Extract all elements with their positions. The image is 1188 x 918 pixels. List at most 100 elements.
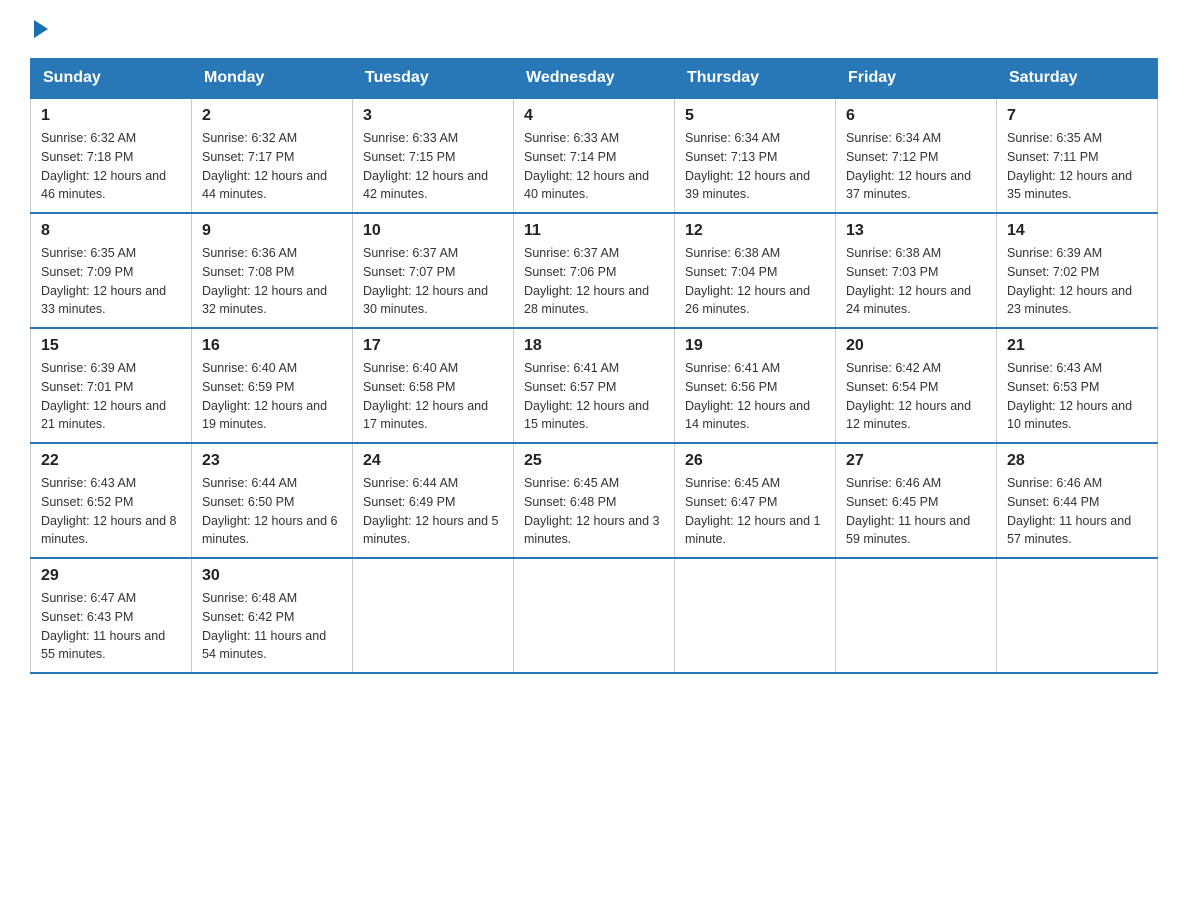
day-number: 26: [685, 452, 825, 470]
day-info: Sunrise: 6:38 AMSunset: 7:03 PMDaylight:…: [846, 244, 986, 319]
day-info: Sunrise: 6:32 AMSunset: 7:18 PMDaylight:…: [41, 129, 181, 204]
day-number: 5: [685, 107, 825, 125]
day-info: Sunrise: 6:47 AMSunset: 6:43 PMDaylight:…: [41, 589, 181, 664]
day-cell: [836, 558, 997, 673]
day-cell: 26 Sunrise: 6:45 AMSunset: 6:47 PMDaylig…: [675, 443, 836, 558]
col-header-wednesday: Wednesday: [514, 59, 675, 99]
week-row-3: 15 Sunrise: 6:39 AMSunset: 7:01 PMDaylig…: [31, 328, 1158, 443]
day-cell: 6 Sunrise: 6:34 AMSunset: 7:12 PMDayligh…: [836, 98, 997, 213]
day-cell: 10 Sunrise: 6:37 AMSunset: 7:07 PMDaylig…: [353, 213, 514, 328]
day-cell: 18 Sunrise: 6:41 AMSunset: 6:57 PMDaylig…: [514, 328, 675, 443]
day-cell: 29 Sunrise: 6:47 AMSunset: 6:43 PMDaylig…: [31, 558, 192, 673]
day-cell: [997, 558, 1158, 673]
day-info: Sunrise: 6:48 AMSunset: 6:42 PMDaylight:…: [202, 589, 342, 664]
day-number: 12: [685, 222, 825, 240]
day-number: 25: [524, 452, 664, 470]
day-info: Sunrise: 6:35 AMSunset: 7:09 PMDaylight:…: [41, 244, 181, 319]
calendar-table: SundayMondayTuesdayWednesdayThursdayFrid…: [30, 58, 1158, 674]
day-cell: 15 Sunrise: 6:39 AMSunset: 7:01 PMDaylig…: [31, 328, 192, 443]
day-cell: 3 Sunrise: 6:33 AMSunset: 7:15 PMDayligh…: [353, 98, 514, 213]
day-cell: 13 Sunrise: 6:38 AMSunset: 7:03 PMDaylig…: [836, 213, 997, 328]
day-number: 24: [363, 452, 503, 470]
day-cell: 2 Sunrise: 6:32 AMSunset: 7:17 PMDayligh…: [192, 98, 353, 213]
day-number: 22: [41, 452, 181, 470]
day-cell: [675, 558, 836, 673]
day-number: 8: [41, 222, 181, 240]
day-info: Sunrise: 6:43 AMSunset: 6:52 PMDaylight:…: [41, 474, 181, 549]
day-number: 20: [846, 337, 986, 355]
day-cell: 8 Sunrise: 6:35 AMSunset: 7:09 PMDayligh…: [31, 213, 192, 328]
day-info: Sunrise: 6:45 AMSunset: 6:48 PMDaylight:…: [524, 474, 664, 549]
day-cell: 5 Sunrise: 6:34 AMSunset: 7:13 PMDayligh…: [675, 98, 836, 213]
day-number: 28: [1007, 452, 1147, 470]
day-info: Sunrise: 6:34 AMSunset: 7:12 PMDaylight:…: [846, 129, 986, 204]
day-info: Sunrise: 6:41 AMSunset: 6:56 PMDaylight:…: [685, 359, 825, 434]
day-cell: 1 Sunrise: 6:32 AMSunset: 7:18 PMDayligh…: [31, 98, 192, 213]
day-number: 14: [1007, 222, 1147, 240]
day-cell: 24 Sunrise: 6:44 AMSunset: 6:49 PMDaylig…: [353, 443, 514, 558]
col-header-sunday: Sunday: [31, 59, 192, 99]
page-header: [30, 20, 1158, 38]
week-row-2: 8 Sunrise: 6:35 AMSunset: 7:09 PMDayligh…: [31, 213, 1158, 328]
day-info: Sunrise: 6:40 AMSunset: 6:58 PMDaylight:…: [363, 359, 503, 434]
day-info: Sunrise: 6:43 AMSunset: 6:53 PMDaylight:…: [1007, 359, 1147, 434]
day-number: 9: [202, 222, 342, 240]
day-cell: 17 Sunrise: 6:40 AMSunset: 6:58 PMDaylig…: [353, 328, 514, 443]
day-info: Sunrise: 6:39 AMSunset: 7:02 PMDaylight:…: [1007, 244, 1147, 319]
day-info: Sunrise: 6:42 AMSunset: 6:54 PMDaylight:…: [846, 359, 986, 434]
day-number: 30: [202, 567, 342, 585]
day-info: Sunrise: 6:33 AMSunset: 7:15 PMDaylight:…: [363, 129, 503, 204]
day-cell: 27 Sunrise: 6:46 AMSunset: 6:45 PMDaylig…: [836, 443, 997, 558]
day-cell: [514, 558, 675, 673]
day-info: Sunrise: 6:38 AMSunset: 7:04 PMDaylight:…: [685, 244, 825, 319]
col-header-thursday: Thursday: [675, 59, 836, 99]
day-number: 1: [41, 107, 181, 125]
logo: [30, 20, 48, 38]
day-number: 23: [202, 452, 342, 470]
day-number: 3: [363, 107, 503, 125]
day-info: Sunrise: 6:37 AMSunset: 7:06 PMDaylight:…: [524, 244, 664, 319]
day-cell: 28 Sunrise: 6:46 AMSunset: 6:44 PMDaylig…: [997, 443, 1158, 558]
day-info: Sunrise: 6:44 AMSunset: 6:49 PMDaylight:…: [363, 474, 503, 549]
day-cell: 25 Sunrise: 6:45 AMSunset: 6:48 PMDaylig…: [514, 443, 675, 558]
col-header-monday: Monday: [192, 59, 353, 99]
day-number: 2: [202, 107, 342, 125]
day-number: 16: [202, 337, 342, 355]
day-info: Sunrise: 6:35 AMSunset: 7:11 PMDaylight:…: [1007, 129, 1147, 204]
day-number: 17: [363, 337, 503, 355]
day-info: Sunrise: 6:45 AMSunset: 6:47 PMDaylight:…: [685, 474, 825, 549]
day-info: Sunrise: 6:34 AMSunset: 7:13 PMDaylight:…: [685, 129, 825, 204]
day-number: 27: [846, 452, 986, 470]
day-info: Sunrise: 6:46 AMSunset: 6:45 PMDaylight:…: [846, 474, 986, 549]
day-cell: 12 Sunrise: 6:38 AMSunset: 7:04 PMDaylig…: [675, 213, 836, 328]
day-number: 18: [524, 337, 664, 355]
day-cell: 11 Sunrise: 6:37 AMSunset: 7:06 PMDaylig…: [514, 213, 675, 328]
calendar-header-row: SundayMondayTuesdayWednesdayThursdayFrid…: [31, 59, 1158, 99]
day-cell: 19 Sunrise: 6:41 AMSunset: 6:56 PMDaylig…: [675, 328, 836, 443]
day-number: 10: [363, 222, 503, 240]
day-info: Sunrise: 6:41 AMSunset: 6:57 PMDaylight:…: [524, 359, 664, 434]
day-info: Sunrise: 6:39 AMSunset: 7:01 PMDaylight:…: [41, 359, 181, 434]
day-cell: 14 Sunrise: 6:39 AMSunset: 7:02 PMDaylig…: [997, 213, 1158, 328]
week-row-4: 22 Sunrise: 6:43 AMSunset: 6:52 PMDaylig…: [31, 443, 1158, 558]
day-number: 13: [846, 222, 986, 240]
day-number: 4: [524, 107, 664, 125]
week-row-5: 29 Sunrise: 6:47 AMSunset: 6:43 PMDaylig…: [31, 558, 1158, 673]
day-info: Sunrise: 6:36 AMSunset: 7:08 PMDaylight:…: [202, 244, 342, 319]
day-cell: 22 Sunrise: 6:43 AMSunset: 6:52 PMDaylig…: [31, 443, 192, 558]
day-info: Sunrise: 6:32 AMSunset: 7:17 PMDaylight:…: [202, 129, 342, 204]
day-number: 21: [1007, 337, 1147, 355]
day-cell: 7 Sunrise: 6:35 AMSunset: 7:11 PMDayligh…: [997, 98, 1158, 213]
day-cell: 16 Sunrise: 6:40 AMSunset: 6:59 PMDaylig…: [192, 328, 353, 443]
day-info: Sunrise: 6:40 AMSunset: 6:59 PMDaylight:…: [202, 359, 342, 434]
day-cell: 30 Sunrise: 6:48 AMSunset: 6:42 PMDaylig…: [192, 558, 353, 673]
day-number: 29: [41, 567, 181, 585]
day-number: 11: [524, 222, 664, 240]
day-cell: 4 Sunrise: 6:33 AMSunset: 7:14 PMDayligh…: [514, 98, 675, 213]
day-cell: [353, 558, 514, 673]
day-cell: 23 Sunrise: 6:44 AMSunset: 6:50 PMDaylig…: [192, 443, 353, 558]
day-info: Sunrise: 6:37 AMSunset: 7:07 PMDaylight:…: [363, 244, 503, 319]
day-info: Sunrise: 6:33 AMSunset: 7:14 PMDaylight:…: [524, 129, 664, 204]
day-number: 6: [846, 107, 986, 125]
day-cell: 20 Sunrise: 6:42 AMSunset: 6:54 PMDaylig…: [836, 328, 997, 443]
